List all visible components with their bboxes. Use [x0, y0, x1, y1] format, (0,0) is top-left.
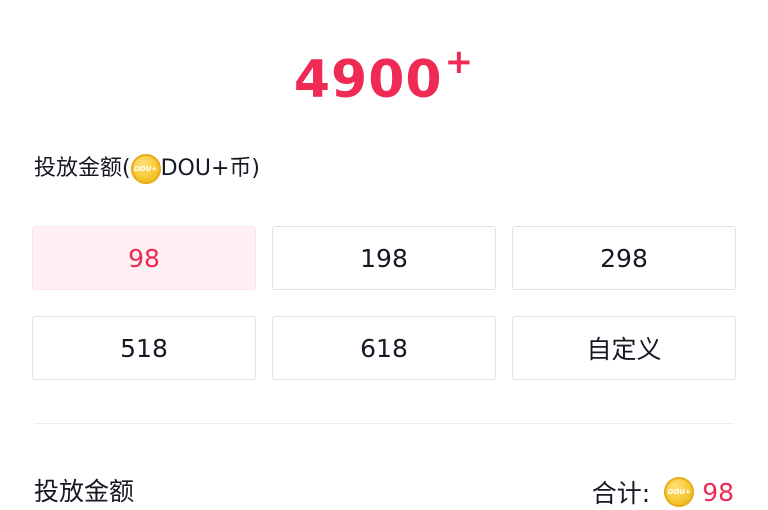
amount-label-suffix: DOU+币) [160, 156, 260, 181]
amount-label-prefix: 投放金额( [34, 156, 131, 181]
amount-section-label: 投放金额( DOU+币) [34, 152, 260, 186]
section-divider [34, 423, 734, 424]
amount-option-custom[interactable]: 自定义 [512, 316, 736, 380]
total-value: 98 [702, 477, 734, 507]
amount-option-618[interactable]: 618 [272, 316, 496, 380]
dou-coin-icon [130, 154, 161, 184]
amount-option-518[interactable]: 518 [32, 316, 256, 380]
reach-number: 4900 [293, 50, 443, 110]
dou-coin-icon [664, 477, 695, 507]
total-label: 合计: [591, 479, 651, 508]
reach-plus-suffix: + [444, 42, 475, 82]
amount-option-298[interactable]: 298 [512, 226, 736, 290]
amount-options-grid: 98 198 298 518 618 自定义 [32, 226, 736, 380]
amount-option-98[interactable]: 98 [32, 226, 256, 290]
total-amount: 合计: 98 [592, 474, 734, 510]
amount-option-198[interactable]: 198 [272, 226, 496, 290]
estimated-reach: 4900+ [0, 30, 768, 112]
footer-amount-label: 投放金额 [34, 477, 135, 506]
